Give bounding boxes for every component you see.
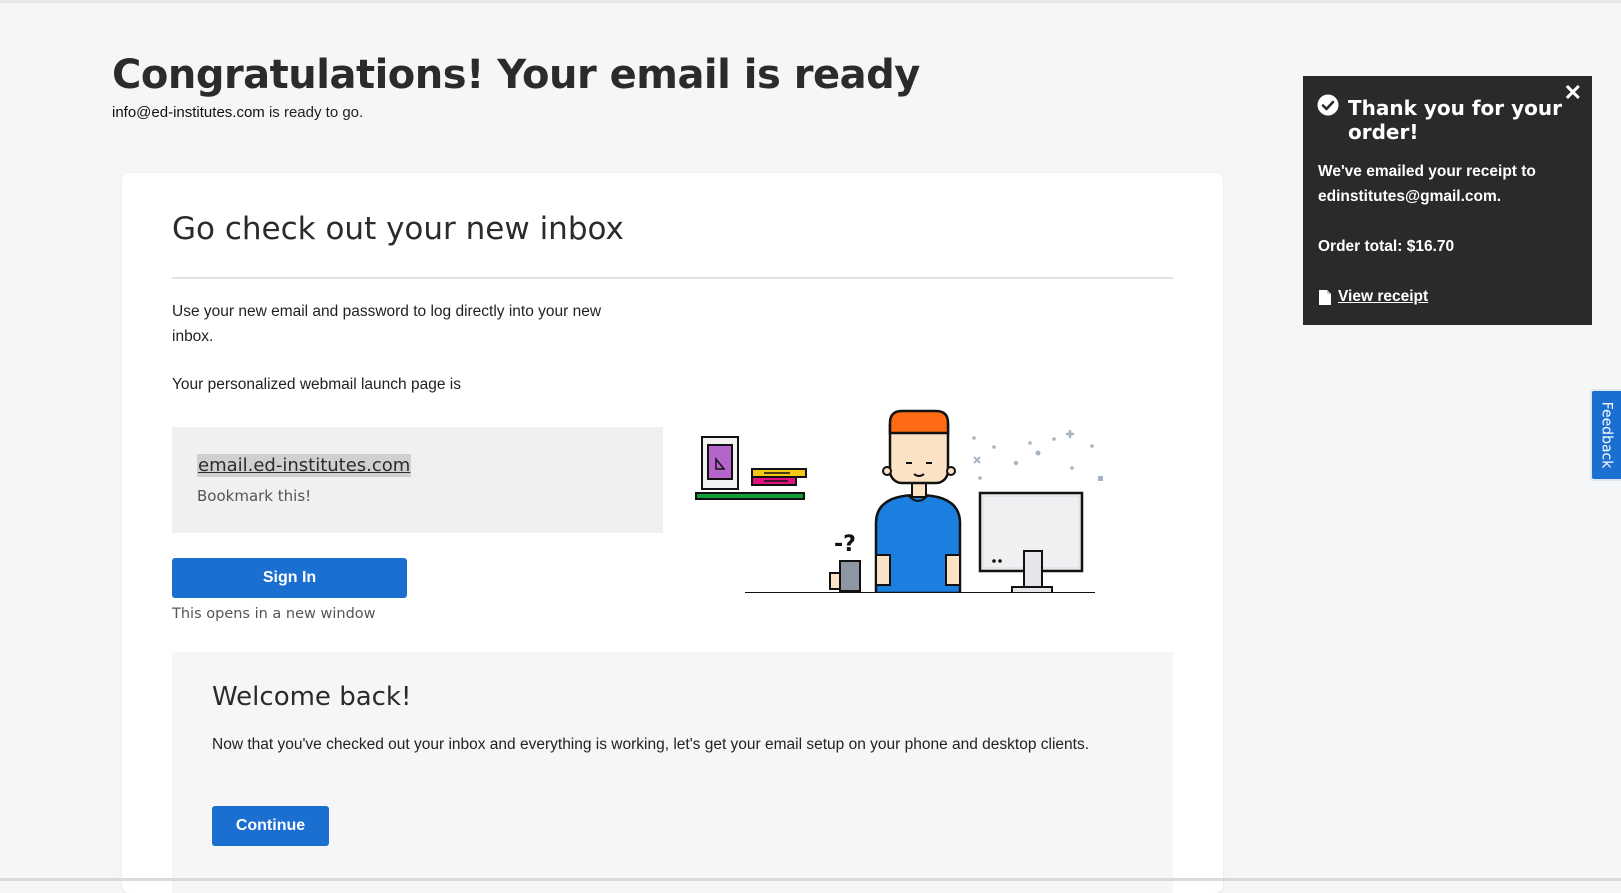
welcome-title: Welcome back! — [212, 682, 412, 712]
webmail-link[interactable]: email.ed-institutes.com — [197, 454, 412, 477]
svg-text:-?: -? — [834, 532, 856, 557]
welcome-text: Now that you've checked out your inbox a… — [212, 736, 1090, 753]
mug-illustration: -? — [829, 532, 861, 592]
person-at-desk-illustration: -? — [695, 409, 1103, 593]
launch-page-text: Your personalized webmail launch page is — [172, 376, 461, 393]
check-circle-icon — [1317, 94, 1339, 116]
welcome-back-panel: Welcome back! Now that you've checked ou… — [172, 652, 1173, 893]
document-icon — [1319, 289, 1331, 305]
monitor-illustration — [978, 491, 1084, 593]
feedback-label: Feedback — [1598, 401, 1615, 469]
receipt-emailed-text: We've emailed your receipt to edinstitut… — [1318, 163, 1536, 205]
new-email-address: info@ed-institutes.com — [112, 104, 265, 121]
feedback-tab[interactable]: Feedback — [1590, 389, 1621, 481]
toast-title: Thank you for your order! — [1348, 96, 1563, 144]
inbox-description: Use your new email and password to log d… — [172, 303, 602, 345]
person-illustration — [874, 409, 962, 593]
continue-button[interactable]: Continue — [212, 806, 329, 846]
bookmark-note: Bookmark this! — [197, 487, 312, 505]
page-title: Congratulations! Your email is ready — [112, 52, 920, 98]
inbox-card: Go check out your new inbox Use your new… — [122, 173, 1223, 893]
view-receipt-link[interactable]: View receipt — [1318, 288, 1428, 306]
order-total: Order total: $16.70 — [1318, 238, 1455, 255]
shelf-illustration — [695, 436, 807, 500]
top-border — [0, 0, 1621, 3]
divider — [172, 277, 1173, 279]
view-receipt-label[interactable]: View receipt — [1338, 288, 1428, 306]
opens-new-window-note: This opens in a new window — [172, 606, 376, 622]
email-ready-subtitle: info@ed-institutes.com is ready to go. — [112, 104, 363, 121]
subtitle-suffix: is ready to go. — [264, 104, 364, 121]
card-title: Go check out your new inbox — [172, 211, 624, 247]
sign-in-button[interactable]: Sign In — [172, 558, 407, 598]
order-confirmation-toast: ✕ Thank you for your order! We've emaile… — [1303, 76, 1592, 325]
sparkles-illustration — [972, 430, 1103, 481]
webmail-link-box: email.ed-institutes.com Bookmark this! — [172, 427, 663, 533]
